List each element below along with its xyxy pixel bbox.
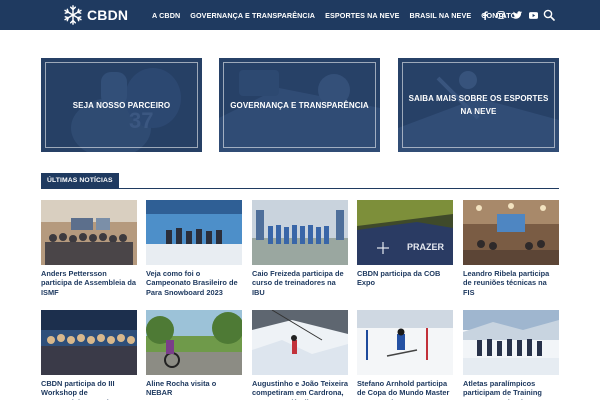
news-item[interactable]: PRAZER CBDN participa da COB Expo	[357, 200, 453, 288]
youtube-icon[interactable]	[525, 9, 541, 21]
news-title[interactable]: Leandro Ribela participa de reuniões téc…	[463, 269, 559, 297]
section-divider	[41, 188, 559, 189]
news-thumbnail	[146, 200, 242, 265]
feature-card-label: SEJA NOSSO PARCEIRO	[72, 100, 171, 110]
news-title[interactable]: Atletas paralímpicos participam de Train…	[463, 379, 559, 400]
news-item[interactable]: Stefano Arnhold participa de Copa do Mun…	[357, 310, 453, 400]
news-thumbnail	[252, 200, 348, 265]
svg-text:PRAZER: PRAZER	[407, 242, 445, 252]
site-logo-text: CBDN	[87, 7, 129, 23]
news-item[interactable]: CBDN participa do III Workshop de Desenv…	[41, 310, 137, 400]
news-thumbnail	[463, 310, 559, 375]
site-logo[interactable]: CBDN	[62, 3, 128, 27]
nav-item-brasil-na-neve[interactable]: BRASIL NA NEVE	[410, 11, 472, 20]
news-item[interactable]: Aline Rocha visita o NEBAR	[146, 310, 242, 398]
snowflake-icon	[64, 5, 82, 25]
news-thumbnail	[146, 310, 242, 375]
news-item[interactable]: Leandro Ribela participa de reuniões téc…	[463, 200, 559, 297]
news-title[interactable]: Caio Freizeda participa de curso de trei…	[252, 269, 348, 297]
facebook-icon[interactable]	[477, 9, 493, 21]
news-title[interactable]: Stefano Arnhold participa de Copa do Mun…	[357, 379, 453, 400]
twitter-icon[interactable]	[509, 9, 525, 21]
news-title[interactable]: Augustinho e João Teixeira competiram em…	[252, 379, 348, 400]
social-links	[477, 9, 541, 21]
feature-card-governance[interactable]: GOVERNANÇA E TRANSPARÊNCIA	[219, 58, 380, 152]
news-thumbnail	[41, 200, 137, 265]
news-item[interactable]: Veja como foi o Campeonato Brasileiro de…	[146, 200, 242, 297]
news-item[interactable]: Caio Freizeda participa de curso de trei…	[252, 200, 348, 297]
news-title[interactable]: CBDN participa da COB Expo	[357, 269, 453, 288]
news-thumbnail	[41, 310, 137, 375]
news-thumbnail	[252, 310, 348, 375]
main-menu: A CBDN GOVERNANÇA E TRANSPARÊNCIA ESPORT…	[152, 0, 516, 30]
feature-card-label: GOVERNANÇA E TRANSPARÊNCIA	[230, 100, 369, 110]
news-title[interactable]: Aline Rocha visita o NEBAR	[146, 379, 242, 398]
news-title[interactable]: CBDN participa do III Workshop de Desenv…	[41, 379, 137, 400]
top-navigation-bar: CBDN A CBDN GOVERNANÇA E TRANSPARÊNCIA E…	[0, 0, 600, 30]
instagram-icon[interactable]	[493, 9, 509, 21]
news-thumbnail	[357, 310, 453, 375]
nav-item-governanca[interactable]: GOVERNANÇA E TRANSPARÊNCIA	[190, 11, 315, 20]
feature-card-partner[interactable]: 37 SEJA NOSSO PARCEIRO	[41, 58, 202, 152]
news-thumbnail: PRAZER	[357, 200, 453, 265]
search-icon[interactable]	[543, 9, 555, 21]
news-title[interactable]: Veja como foi o Campeonato Brasileiro de…	[146, 269, 242, 297]
news-title[interactable]: Anders Pettersson participa de Assemblei…	[41, 269, 137, 297]
news-thumbnail	[463, 200, 559, 265]
news-item[interactable]: Anders Pettersson participa de Assemblei…	[41, 200, 137, 297]
news-item[interactable]: Atletas paralímpicos participam de Train…	[463, 310, 559, 400]
nav-item-a-cbdn[interactable]: A CBDN	[152, 11, 180, 20]
latest-news-heading: ÚLTIMAS NOTÍCIAS	[41, 173, 119, 188]
feature-card-snow-sports[interactable]: SAIBA MAIS SOBRE OS ESPORTES NA NEVE	[398, 58, 559, 152]
news-item[interactable]: Augustinho e João Teixeira competiram em…	[252, 310, 348, 400]
nav-item-esportes-na-neve[interactable]: ESPORTES NA NEVE	[325, 11, 399, 20]
feature-card-label: SAIBA MAIS SOBRE OS ESPORTES NA NEVE	[408, 94, 549, 116]
